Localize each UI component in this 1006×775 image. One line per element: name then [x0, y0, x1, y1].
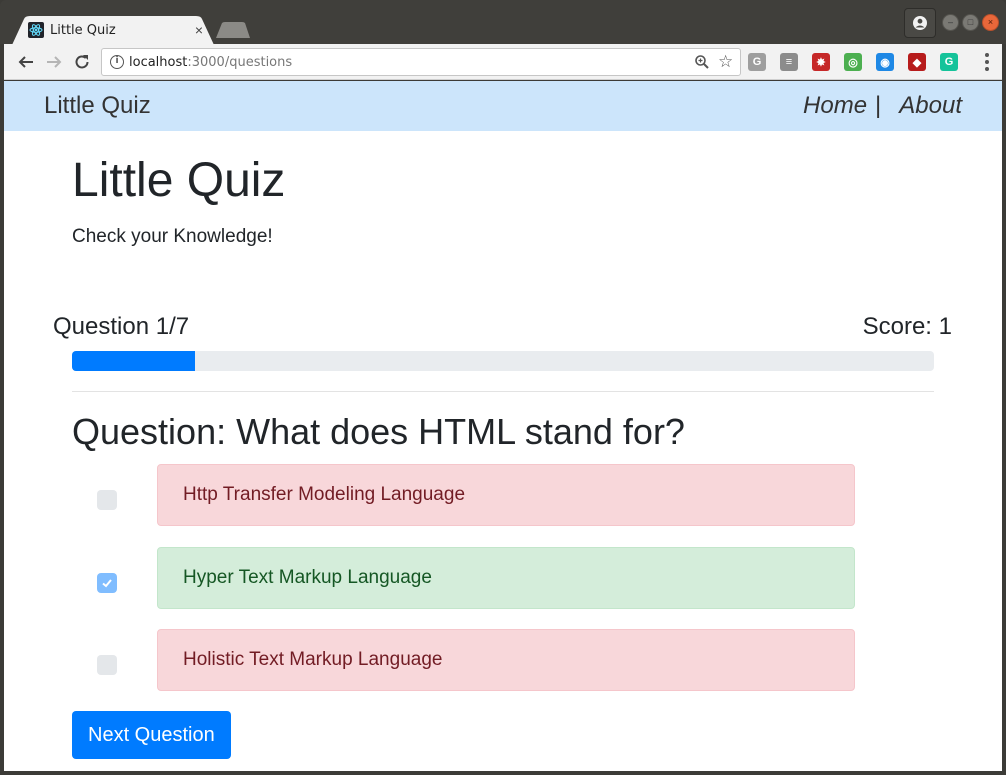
- window-frame-left: [0, 80, 4, 775]
- window-controls: – □ ×: [942, 14, 999, 31]
- answer-label[interactable]: Http Transfer Modeling Language: [157, 464, 855, 526]
- answer-checkbox[interactable]: [97, 655, 117, 675]
- react-favicon-icon: [28, 22, 44, 38]
- nav-link-home[interactable]: Home: [803, 92, 867, 120]
- window-frame-right: [1002, 80, 1006, 775]
- forward-button[interactable]: [44, 52, 64, 72]
- progress-fill: [72, 351, 196, 371]
- navbar-brand[interactable]: Little Quiz: [44, 92, 151, 120]
- page-subtitle: Check your Knowledge!: [72, 226, 273, 247]
- zoom-icon[interactable]: [694, 54, 710, 70]
- browser-titlebar: Little Quiz × – □ ×: [0, 0, 1006, 45]
- g-extension-icon[interactable]: G: [748, 53, 766, 71]
- tab-title: Little Quiz: [50, 22, 116, 38]
- reload-icon: [75, 55, 89, 69]
- browser-tab-content: Little Quiz ×: [28, 20, 206, 40]
- question-counter: Question 1/7: [53, 313, 190, 340]
- close-window-button[interactable]: ×: [982, 14, 999, 31]
- new-tab-button[interactable]: [216, 22, 250, 38]
- answer-option: Holistic Text Markup Language: [72, 629, 872, 691]
- url-text[interactable]: localhost:3000/questions: [129, 55, 292, 70]
- question-text: Question: What does HTML stand for?: [72, 411, 685, 452]
- progress-bar: [72, 351, 934, 371]
- browser-toolbar: i localhost:3000/questions ☆ G ≡ ✸ ◎ ◉ ◆ G: [4, 44, 1002, 80]
- answer-checkbox[interactable]: [97, 573, 117, 593]
- browser-menu-icon[interactable]: [982, 52, 992, 72]
- chrome-extension-icon[interactable]: ◉: [876, 53, 894, 71]
- answer-label[interactable]: Holistic Text Markup Language: [157, 629, 855, 691]
- answer-option: Http Transfer Modeling Language: [72, 464, 872, 526]
- answer-option: Hyper Text Markup Language: [72, 547, 872, 609]
- page-viewport: Little Quiz Home | About Little Quiz Che…: [4, 81, 1002, 771]
- next-question-button[interactable]: Next Question: [72, 711, 231, 759]
- answer-label[interactable]: Hyper Text Markup Language: [157, 547, 855, 609]
- check-icon: [102, 579, 112, 588]
- grammarly-extension-icon[interactable]: G: [940, 53, 958, 71]
- back-arrow-icon: [18, 56, 33, 68]
- score-display: Score: 1: [862, 313, 952, 340]
- green-circle-extension-icon[interactable]: ◎: [844, 53, 862, 71]
- diamond-extension-icon[interactable]: ◆: [908, 53, 926, 71]
- reader-extension-icon[interactable]: ≡: [780, 53, 798, 71]
- profile-icon: [913, 16, 927, 30]
- window-frame-bottom: [0, 771, 1006, 775]
- address-bar[interactable]: i localhost:3000/questions ☆: [101, 48, 741, 76]
- navbar-links: Home | About: [803, 92, 962, 120]
- profile-button[interactable]: [904, 8, 936, 38]
- divider: [72, 391, 934, 392]
- forward-arrow-icon: [47, 56, 62, 68]
- minimize-button[interactable]: –: [942, 14, 959, 31]
- reload-button[interactable]: [72, 52, 92, 72]
- back-button[interactable]: [16, 52, 36, 72]
- page-title: Little Quiz: [72, 154, 286, 207]
- nav-link-about[interactable]: About: [899, 92, 962, 120]
- red-extension-icon[interactable]: ✸: [812, 53, 830, 71]
- site-info-icon[interactable]: i: [110, 55, 124, 69]
- answer-checkbox[interactable]: [97, 490, 117, 510]
- tab-close-icon[interactable]: ×: [192, 22, 206, 38]
- navbar: Little Quiz Home | About: [4, 81, 1002, 131]
- nav-separator: |: [875, 92, 882, 119]
- bookmark-star-icon[interactable]: ☆: [718, 52, 733, 72]
- maximize-button[interactable]: □: [962, 14, 979, 31]
